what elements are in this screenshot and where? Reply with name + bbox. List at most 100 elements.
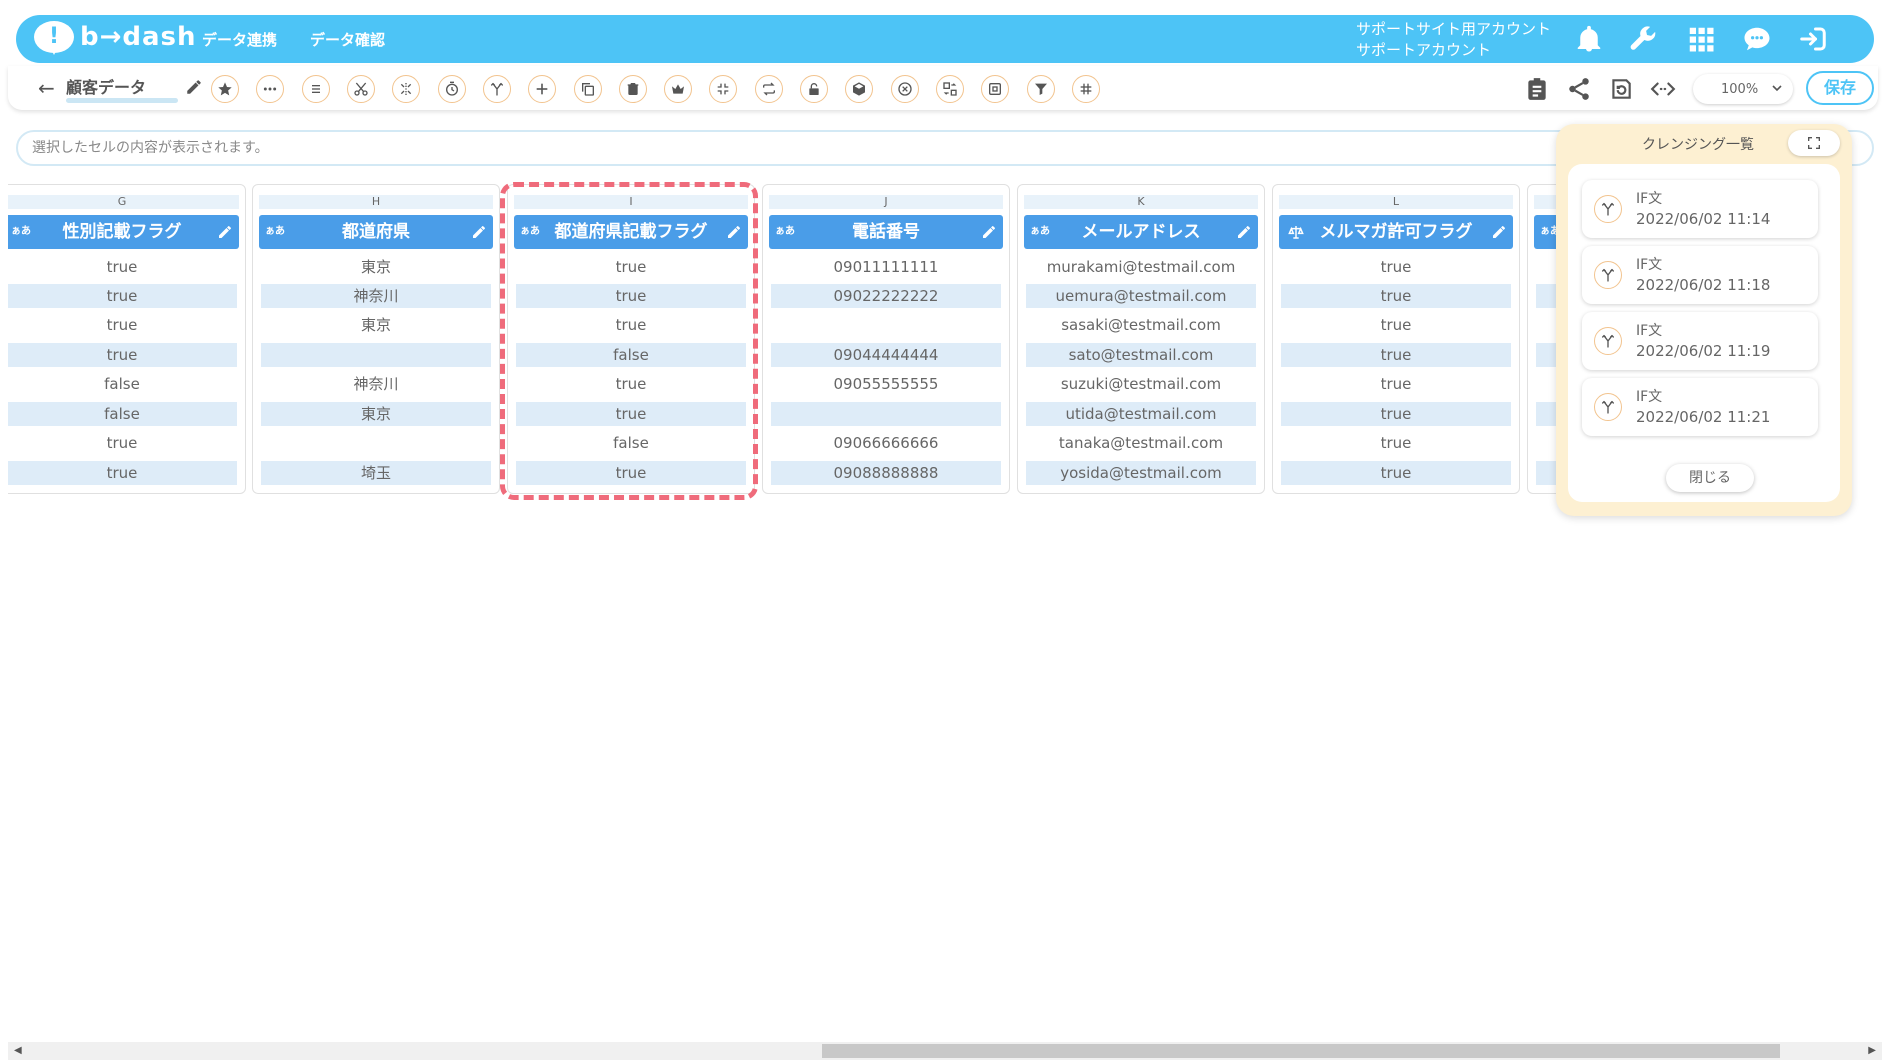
more-icon[interactable] (256, 75, 284, 103)
table-cell[interactable]: true (1281, 431, 1511, 455)
table-cell[interactable]: true (516, 284, 746, 308)
horizontal-scrollbar[interactable]: ◀ ▶ (8, 1042, 1882, 1060)
table-cell[interactable] (261, 431, 491, 455)
list-item[interactable]: IF文 2022/06/02 11:19 (1582, 312, 1818, 370)
trash-icon[interactable] (619, 75, 647, 103)
close-button[interactable]: 閉じる (1666, 464, 1754, 492)
table-cell[interactable]: true (8, 255, 237, 279)
timer-icon[interactable] (438, 75, 466, 103)
list-item[interactable]: IF文 2022/06/02 11:18 (1582, 246, 1818, 304)
clipboard-icon[interactable] (1524, 76, 1550, 102)
cancel-icon[interactable] (891, 75, 919, 103)
convert-icon[interactable] (936, 75, 964, 103)
bell-icon[interactable] (1574, 24, 1604, 54)
column-header[interactable]: ぁあ 都道府県記載フラグ (514, 215, 748, 249)
table-cell[interactable] (771, 402, 1001, 426)
table-cell[interactable]: 埼玉 (261, 461, 491, 485)
table-cell[interactable]: sasaki@testmail.com (1026, 313, 1256, 337)
table-cell[interactable]: true (516, 402, 746, 426)
table-cell[interactable]: 東京 (261, 255, 491, 279)
list-icon[interactable] (302, 75, 330, 103)
table-cell[interactable]: 東京 (261, 313, 491, 337)
table-cell[interactable]: true (8, 461, 237, 485)
column-header[interactable]: ぁあ 都道府県 (259, 215, 493, 249)
table-cell[interactable]: yosida@testmail.com (1026, 461, 1256, 485)
nav-data-check[interactable]: データ確認 (310, 29, 385, 50)
branch-icon[interactable] (483, 75, 511, 103)
table-cell[interactable]: true (8, 313, 237, 337)
table-cell[interactable]: 09022222222 (771, 284, 1001, 308)
table-cell[interactable]: true (516, 255, 746, 279)
star-icon[interactable] (211, 75, 239, 103)
plus-icon[interactable] (528, 75, 556, 103)
table-cell[interactable]: true (1281, 313, 1511, 337)
nav-data-integration[interactable]: データ連携 (202, 29, 277, 50)
table-cell[interactable]: murakami@testmail.com (1026, 255, 1256, 279)
account-info[interactable]: サポートサイト用アカウント サポートアカウント (1356, 19, 1551, 61)
history-icon[interactable] (1608, 76, 1634, 102)
table-cell[interactable]: true (1281, 372, 1511, 396)
table-cell[interactable]: tanaka@testmail.com (1026, 431, 1256, 455)
expand-button[interactable] (1788, 130, 1840, 156)
column-header[interactable]: ぁあ メールアドレス (1024, 215, 1258, 249)
table-cell[interactable]: true (516, 461, 746, 485)
table-cell[interactable]: 09066666666 (771, 431, 1001, 455)
table-cell[interactable]: false (8, 402, 237, 426)
table-cell[interactable]: true (8, 431, 237, 455)
share-icon[interactable] (1566, 76, 1592, 102)
table-cell[interactable]: false (8, 372, 237, 396)
edit-pencil-icon[interactable] (217, 224, 233, 240)
package-icon[interactable] (845, 75, 873, 103)
table-cell[interactable]: 09044444444 (771, 343, 1001, 367)
scrollbar-thumb[interactable] (822, 1044, 1780, 1058)
edit-pencil-icon[interactable] (1491, 224, 1507, 240)
table-cell[interactable] (261, 343, 491, 367)
edit-pencil-icon[interactable] (1236, 224, 1252, 240)
table-cell[interactable]: 東京 (261, 402, 491, 426)
hash-icon[interactable] (1072, 75, 1100, 103)
table-cell[interactable]: 09088888888 (771, 461, 1001, 485)
table-cell[interactable]: 神奈川 (261, 284, 491, 308)
logo[interactable]: ! b→dash (34, 21, 197, 55)
table-cell[interactable]: true (516, 313, 746, 337)
table-cell[interactable]: 09011111111 (771, 255, 1001, 279)
save-button[interactable]: 保存 (1806, 71, 1874, 105)
list-item[interactable]: IF文 2022/06/02 11:21 (1582, 378, 1818, 436)
wrench-icon[interactable] (1628, 24, 1658, 54)
column-header[interactable]: メルマガ許可フラグ (1279, 215, 1513, 249)
zoom-select[interactable]: 100% (1693, 74, 1793, 104)
scroll-right-arrow-icon[interactable]: ▶ (1868, 1045, 1876, 1056)
table-cell[interactable]: true (8, 343, 237, 367)
edit-pencil-icon[interactable] (981, 224, 997, 240)
table-cell[interactable]: true (1281, 461, 1511, 485)
filter-icon[interactable] (1027, 75, 1055, 103)
back-arrow-icon[interactable]: ← (38, 76, 55, 100)
table-cell[interactable]: suzuki@testmail.com (1026, 372, 1256, 396)
table-cell[interactable]: true (1281, 284, 1511, 308)
code-icon[interactable] (1650, 76, 1676, 102)
grid-icon[interactable] (1686, 24, 1716, 54)
table-cell[interactable]: true (1281, 255, 1511, 279)
edit-pencil-icon[interactable] (726, 224, 742, 240)
table-cell[interactable]: 神奈川 (261, 372, 491, 396)
scissors-icon[interactable] (347, 75, 375, 103)
frame-icon[interactable] (981, 75, 1009, 103)
collapse-icon[interactable] (709, 75, 737, 103)
table-cell[interactable]: true (1281, 402, 1511, 426)
copy-icon[interactable] (574, 75, 602, 103)
table-cell[interactable] (771, 313, 1001, 337)
table-cell[interactable]: true (8, 284, 237, 308)
table-cell[interactable]: utida@testmail.com (1026, 402, 1256, 426)
lock-icon[interactable] (800, 75, 828, 103)
list-item[interactable]: IF文 2022/06/02 11:14 (1582, 180, 1818, 238)
dataset-title[interactable]: 顧客データ (66, 74, 178, 103)
pencil-icon[interactable] (185, 78, 203, 96)
edit-pencil-icon[interactable] (471, 224, 487, 240)
table-cell[interactable]: uemura@testmail.com (1026, 284, 1256, 308)
table-cell[interactable]: 09055555555 (771, 372, 1001, 396)
column-header[interactable]: ぁあ 性別記載フラグ (8, 215, 239, 249)
table-cell[interactable]: true (1281, 343, 1511, 367)
chat-icon[interactable] (1742, 24, 1772, 54)
column-header[interactable]: ぁあ 電話番号 (769, 215, 1003, 249)
loop-icon[interactable] (755, 75, 783, 103)
